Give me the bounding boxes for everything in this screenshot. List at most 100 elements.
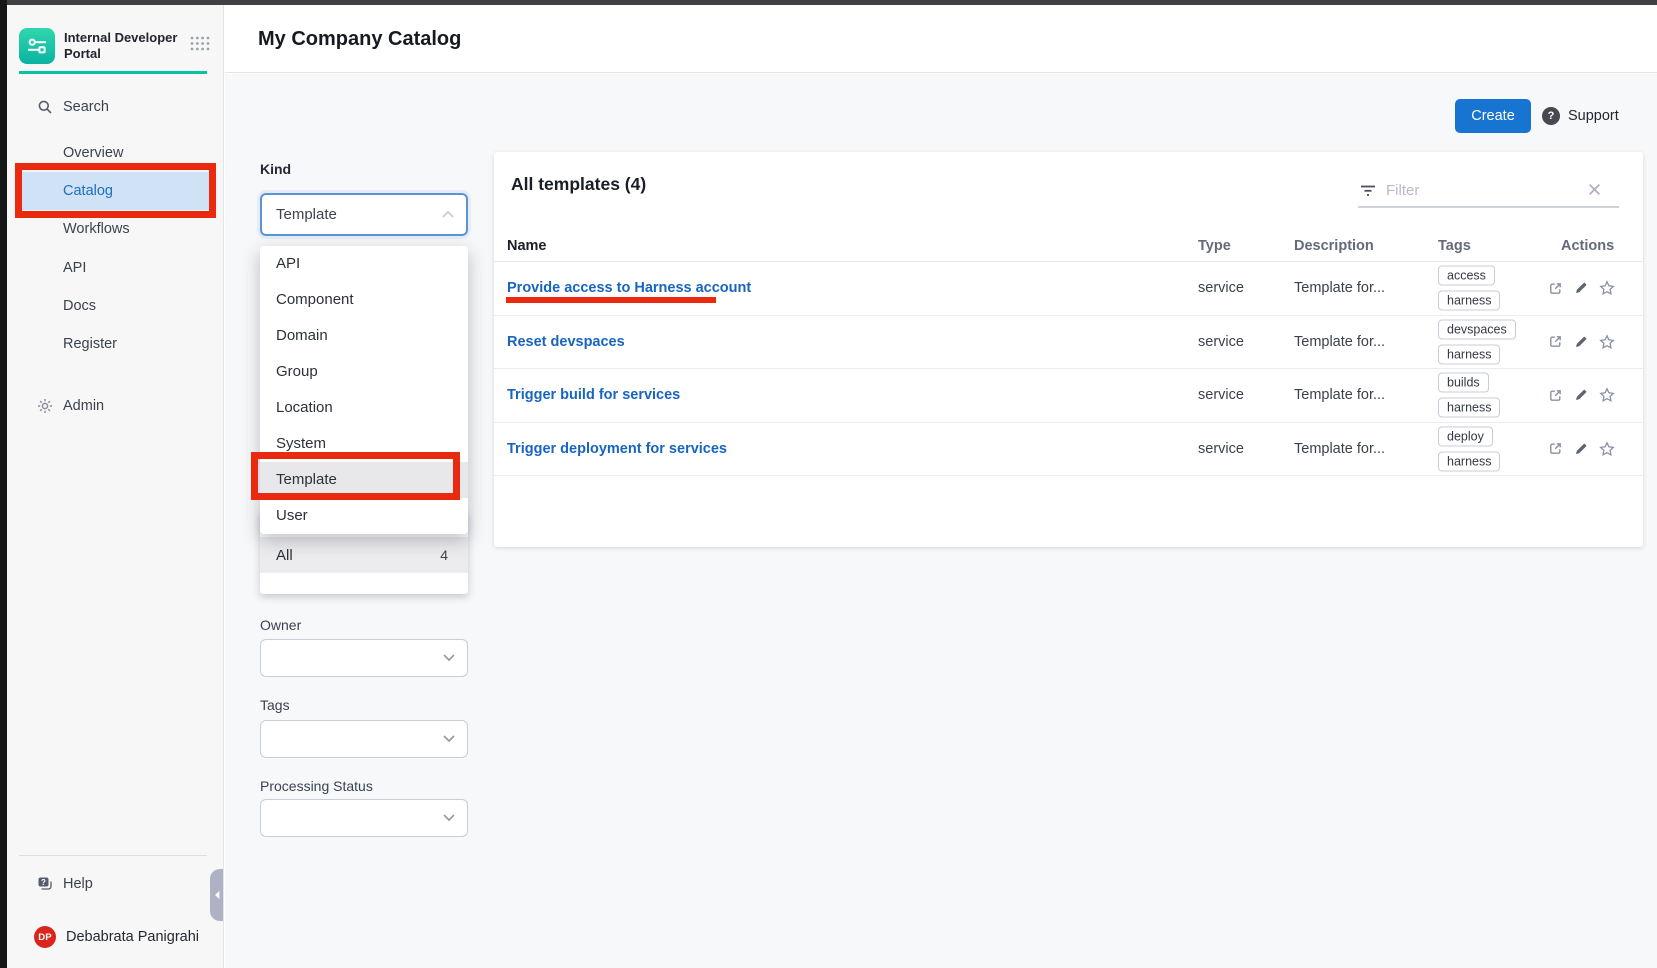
kind-select[interactable]: Template — [260, 193, 468, 236]
description-cell: Template for... — [1294, 280, 1385, 296]
star-icon[interactable] — [1599, 441, 1615, 457]
edit-pencil-icon[interactable] — [1573, 280, 1589, 296]
kind-option-component[interactable]: Component — [260, 282, 468, 318]
table-row: Reset devspacesserviceTemplate for...dev… — [494, 316, 1643, 370]
type-cell: service — [1198, 441, 1244, 457]
table-row: Provide access to Harness account service… — [494, 262, 1643, 316]
tags-label: Tags — [260, 697, 290, 713]
kind-dropdown-menu: APIComponentDomainGroupLocationSystemTem… — [260, 246, 468, 534]
tag-chip-harness: harness — [1438, 451, 1500, 471]
description-cell: Template for... — [1294, 441, 1385, 457]
help-label: Help — [63, 876, 93, 892]
sidebar-item-admin[interactable]: Admin — [22, 387, 209, 425]
template-link[interactable]: Reset devspaces — [507, 334, 625, 350]
kind-count-label: All — [276, 547, 293, 564]
column-header-tags: Tags — [1438, 230, 1471, 262]
chevron-down-icon — [443, 730, 455, 748]
tag-chip-harness: harness — [1438, 291, 1500, 311]
templates-card: All templates (4) NameTypeDescripti — [494, 152, 1643, 547]
column-header-actions: Actions — [1561, 230, 1614, 262]
processing-status-select[interactable] — [260, 799, 468, 837]
sidebar-item-catalog[interactable]: Catalog — [22, 172, 209, 210]
kind-option-location[interactable]: Location — [260, 390, 468, 426]
kind-count-value: 4 — [440, 547, 448, 563]
template-link[interactable]: Provide access to Harness account — [507, 280, 751, 296]
clear-x-icon[interactable] — [1588, 183, 1601, 201]
user-name: Debabrata Panigrahi — [66, 929, 199, 945]
template-link[interactable]: Trigger build for services — [507, 387, 680, 403]
tags-cell: access harness — [1438, 266, 1500, 311]
sidebar-item-api[interactable]: API — [22, 249, 209, 287]
type-cell: service — [1198, 280, 1244, 296]
gear-icon — [37, 398, 53, 414]
sidebar-item-search[interactable]: Search — [22, 88, 209, 126]
kind-label: Kind — [260, 161, 291, 177]
sidebar-item-workflows[interactable]: Workflows — [22, 210, 209, 248]
tags-cell: buildsharness — [1438, 373, 1500, 418]
sidebar-item-docs[interactable]: Docs — [22, 287, 209, 325]
help-chat-icon: ? — [37, 876, 53, 892]
external-link-icon[interactable] — [1547, 280, 1563, 296]
table-row: Trigger deployment for services service Te… — [494, 423, 1643, 477]
sidebar-item-help[interactable]: ? Help — [22, 865, 209, 903]
owner-select[interactable] — [260, 639, 468, 677]
tags-cell: devspacesharness — [1438, 319, 1516, 364]
sidebar-collapse-handle[interactable] — [210, 869, 223, 921]
sidebar-divider — [19, 855, 207, 856]
kind-option-domain[interactable]: Domain — [260, 318, 468, 354]
column-header-name: Name — [507, 230, 547, 262]
external-link-icon[interactable] — [1547, 441, 1563, 457]
external-link-icon[interactable] — [1547, 387, 1563, 403]
search-label: Search — [63, 99, 109, 115]
chevron-down-icon — [443, 809, 455, 827]
apps-grid-icon[interactable] — [190, 36, 210, 51]
description-cell: Template for... — [1294, 334, 1385, 350]
sidebar-item-register[interactable]: Register — [22, 325, 209, 363]
table-body: Provide access to Harness account service… — [494, 262, 1643, 476]
tag-chip-harness: harness — [1438, 398, 1500, 418]
processing-status-label: Processing Status — [260, 778, 373, 794]
user-profile[interactable]: DP Debabrata Panigrahi — [22, 918, 209, 956]
table-row: Trigger build for servicesserviceTemplat… — [494, 369, 1643, 423]
support-button[interactable]: ? Support — [1542, 99, 1619, 133]
collapse-arrow-icon — [213, 889, 221, 901]
actions-cell — [1547, 387, 1615, 403]
content-area: Create ? Support Kind Template APICompon… — [225, 74, 1657, 968]
sidebar-item-overview[interactable]: Overview — [22, 134, 209, 172]
edit-pencil-icon[interactable] — [1573, 387, 1589, 403]
description-cell: Template for... — [1294, 387, 1385, 403]
search-icon — [37, 99, 53, 115]
chevron-down-icon — [443, 649, 455, 667]
template-link[interactable]: Trigger deployment for services — [507, 441, 727, 457]
actions-cell — [1547, 441, 1615, 457]
edit-pencil-icon[interactable] — [1573, 441, 1589, 457]
tag-chip-access: access — [1438, 266, 1495, 286]
kind-count-all[interactable]: All 4 — [260, 537, 468, 573]
tags-select[interactable] — [260, 720, 468, 758]
create-button[interactable]: Create — [1455, 99, 1531, 133]
star-icon[interactable] — [1599, 387, 1615, 403]
filter-funnel-icon — [1360, 184, 1376, 203]
tags-cell: deployharness — [1438, 426, 1500, 471]
external-link-icon[interactable] — [1547, 334, 1563, 350]
svg-text:?: ? — [41, 878, 46, 887]
filter-input[interactable] — [1386, 177, 1581, 203]
window-frame-left — [0, 0, 7, 968]
table-header-row: NameTypeDescriptionTagsActions — [494, 230, 1643, 262]
column-header-type: Type — [1198, 230, 1231, 262]
star-icon[interactable] — [1599, 334, 1615, 350]
tag-chip-devspaces: devspaces — [1438, 319, 1516, 339]
main-area: My Company Catalog Create ? Support Kind… — [225, 5, 1657, 968]
window-frame-top — [0, 0, 1657, 5]
brand-underline — [19, 71, 207, 74]
kind-option-user[interactable]: User — [260, 498, 468, 534]
kind-option-template[interactable]: Template — [260, 462, 468, 498]
kind-option-system[interactable]: System — [260, 426, 468, 462]
edit-pencil-icon[interactable] — [1573, 334, 1589, 350]
templates-card-title: All templates (4) — [511, 174, 646, 195]
actions-cell — [1547, 280, 1615, 296]
table-filter — [1358, 177, 1619, 208]
kind-option-group[interactable]: Group — [260, 354, 468, 390]
kind-option-api[interactable]: API — [260, 246, 468, 282]
star-icon[interactable] — [1599, 280, 1615, 296]
